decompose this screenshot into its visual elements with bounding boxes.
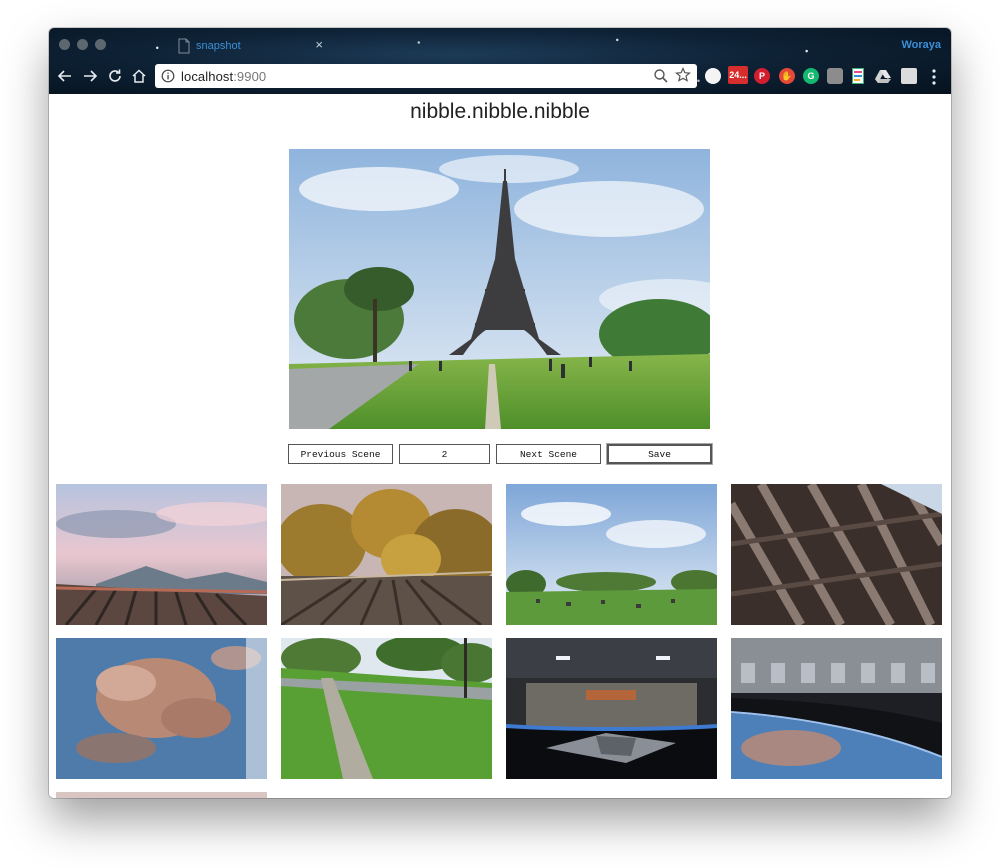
extension-window-icon[interactable] — [901, 68, 917, 84]
extension-gray-square-icon[interactable] — [827, 68, 843, 84]
browser-toolbar: localhost:9900 24... P ✋ G — [49, 60, 951, 94]
mail-extension-icon[interactable]: 24... — [728, 66, 748, 84]
tab-close-icon[interactable]: × — [315, 37, 323, 52]
url-text: localhost:9900 — [181, 69, 266, 84]
reload-icon — [109, 69, 121, 82]
extension-white-circle-icon[interactable] — [705, 68, 721, 84]
address-bar[interactable]: localhost:9900 — [155, 64, 697, 88]
profile-name[interactable]: Woraya — [901, 39, 941, 51]
grammarly-icon[interactable]: G — [803, 68, 819, 84]
scene-thumbnail[interactable] — [56, 792, 267, 798]
browser-window: snapshot × Woraya localhost:9900 24... P… — [49, 28, 951, 798]
scene-thumbnail[interactable] — [281, 638, 492, 779]
space-station-earth-image — [731, 638, 942, 779]
mail-badge: 24... — [729, 70, 747, 80]
magnifier-icon[interactable] — [653, 68, 669, 84]
scene-thumbnail[interactable] — [506, 638, 717, 779]
wooden-planks-image — [731, 484, 942, 625]
scene-thumbnail[interactable] — [56, 638, 267, 779]
browser-chrome: snapshot × Woraya localhost:9900 24... P… — [49, 28, 951, 94]
back-arrow-icon — [57, 70, 71, 82]
forward-button[interactable] — [79, 65, 101, 87]
pinterest-icon[interactable]: P — [754, 68, 770, 84]
home-icon — [132, 69, 146, 83]
reload-button[interactable] — [104, 65, 126, 87]
scene-thumbnail[interactable] — [56, 484, 267, 625]
grass-path-image — [281, 638, 492, 779]
partial-scene-image — [56, 792, 267, 798]
bookmark-star-icon[interactable] — [675, 67, 691, 83]
document-icon — [178, 38, 190, 54]
more-menu-icon[interactable] — [929, 68, 939, 86]
back-button[interactable] — [54, 65, 76, 87]
drive-triangle-glyph — [875, 70, 891, 83]
scene-number-field[interactable]: 2 — [399, 444, 490, 464]
tab-title: snapshot — [196, 40, 241, 52]
minimize-window-button[interactable] — [77, 39, 88, 50]
scene-thumbnail[interactable] — [506, 484, 717, 625]
spaceship-hangar-image — [506, 638, 717, 779]
tab-snapshot[interactable]: snapshot × — [165, 34, 323, 58]
earth-from-space-image — [56, 638, 267, 779]
save-button[interactable]: Save — [606, 443, 713, 465]
hand-extension-icon[interactable]: ✋ — [779, 68, 795, 84]
scene-thumbnail[interactable] — [731, 484, 942, 625]
autumn-bridge-image — [281, 484, 492, 625]
info-icon[interactable] — [161, 69, 175, 83]
hero-scene-image — [289, 149, 710, 429]
scene-thumbnail[interactable] — [281, 484, 492, 625]
url-port: :9900 — [233, 68, 267, 84]
scene-thumbnail[interactable] — [731, 638, 942, 779]
colorful-page-icon[interactable] — [850, 68, 866, 84]
zoom-window-button[interactable] — [95, 39, 106, 50]
previous-scene-button[interactable]: Previous Scene — [288, 444, 393, 464]
forward-arrow-icon — [84, 70, 98, 82]
page-title: nibble.nibble.nibble — [410, 100, 590, 123]
google-drive-icon[interactable] — [875, 68, 891, 84]
close-window-button[interactable] — [59, 39, 70, 50]
mountain-bridge-sunset-image — [56, 484, 267, 625]
page-content: nibble.nibble.nibble Previous Scene 2 Ne… — [49, 94, 951, 798]
park-lawn-image — [506, 484, 717, 625]
colorful-page-glyph — [852, 68, 864, 84]
url-host: localhost — [181, 68, 234, 84]
home-button[interactable] — [128, 65, 150, 87]
eiffel-tower-scene — [289, 149, 710, 429]
next-scene-button[interactable]: Next Scene — [496, 444, 601, 464]
